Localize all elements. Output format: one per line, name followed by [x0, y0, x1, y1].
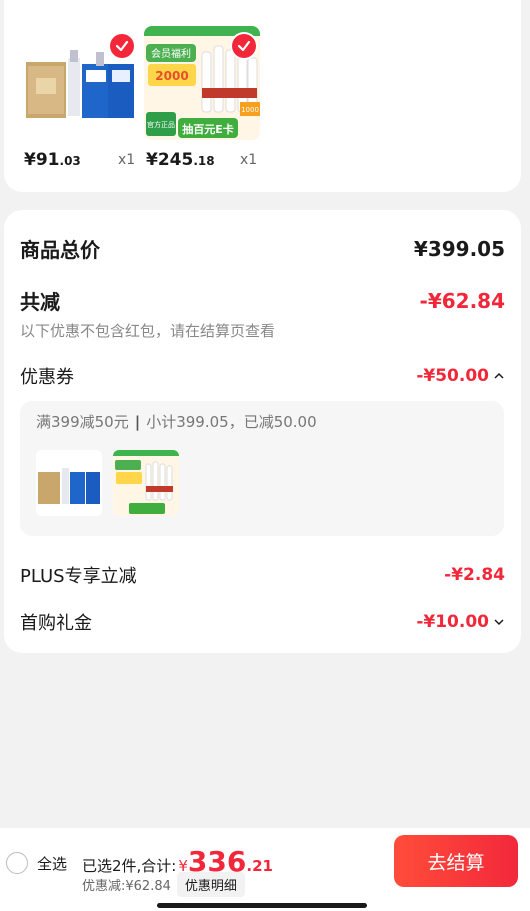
total-decimal: .21 — [246, 857, 273, 875]
price-symbol: ¥ — [146, 150, 158, 170]
selected-check-icon[interactable] — [232, 34, 256, 58]
total-reduction-label: 共减 — [20, 290, 60, 314]
total-price-label: 商品总价 — [20, 238, 100, 262]
banner-text: 官方正品 — [147, 120, 175, 129]
selected-check-icon[interactable] — [110, 34, 134, 58]
checkout-bar: 全选 已选2件,合计: ¥ 336 .21 优惠减:¥62.84 优惠明细 去结… — [0, 828, 530, 911]
plus-discount-value: -¥2.84 — [444, 565, 505, 585]
price-decimal: .03 — [59, 154, 81, 168]
coupon-product-thumb — [113, 450, 179, 516]
discount-summary: 优惠减:¥62.84 优惠明细 — [82, 872, 245, 897]
product-price: ¥245.18 — [146, 150, 215, 170]
cart-products-card: ¥91.03 x1 会员福利 2000 官方正品 抽百元E卡 1000 ¥245… — [4, 0, 521, 192]
product-item[interactable]: 会员福利 2000 官方正品 抽百元E卡 1000 ¥245.18 x1 — [144, 26, 262, 176]
product-quantity: x1 — [240, 152, 258, 168]
first-purchase-row[interactable]: 首购礼金 -¥10.00 — [20, 609, 505, 635]
total-price-row: 商品总价 ¥399.05 — [20, 234, 505, 263]
banner-text: 1000 — [241, 106, 259, 114]
price-integer: 245 — [157, 150, 194, 170]
banner-text: 抽百元E卡 — [182, 122, 234, 136]
checkout-button[interactable]: 去结算 — [394, 835, 518, 887]
home-indicator — [157, 903, 367, 908]
coupon-amount: -¥50.00 — [416, 366, 489, 386]
product-image-liquor-gift-box[interactable] — [22, 26, 138, 140]
product-item[interactable]: ¥91.03 x1 — [22, 26, 140, 176]
coupon-row[interactable]: 优惠券 -¥50.00 — [20, 363, 505, 389]
first-purchase-amount: -¥10.00 — [416, 612, 489, 632]
plus-discount-row: PLUS专享立减 -¥2.84 — [20, 562, 505, 588]
product-image-baijiu-bottles[interactable]: 会员福利 2000 官方正品 抽百元E卡 1000 — [144, 26, 260, 140]
price-integer: 91 — [35, 150, 60, 170]
select-all-label[interactable]: 全选 — [37, 853, 67, 874]
coupon-detail-box: 满399减50元 | 小计399.05，已减50.00 — [20, 401, 504, 536]
coupon-value[interactable]: -¥50.00 — [416, 366, 505, 386]
total-price-value: ¥399.05 — [413, 236, 505, 261]
total-reduction-row: 共减 -¥62.84 — [20, 286, 505, 315]
coupon-separator: | — [134, 413, 141, 431]
coupon-rule: 满399减50元 — [36, 413, 129, 431]
product-quantity: x1 — [118, 152, 136, 168]
coupon-product-thumb — [36, 450, 102, 516]
coupon-label: 优惠券 — [20, 367, 74, 388]
plus-discount-label: PLUS专享立减 — [20, 566, 137, 587]
product-price: ¥91.03 — [24, 150, 81, 170]
chevron-up-icon[interactable] — [493, 370, 505, 382]
banner-text: 会员福利 — [151, 47, 191, 60]
first-purchase-value[interactable]: -¥10.00 — [416, 612, 505, 632]
select-all-radio[interactable] — [6, 852, 28, 874]
banner-text: 2000 — [155, 69, 188, 83]
coupon-detail-text: 满399减50元 | 小计399.05，已减50.00 — [36, 411, 317, 432]
discount-text: 优惠减:¥62.84 — [82, 879, 171, 894]
first-purchase-label: 首购礼金 — [20, 613, 92, 634]
discount-note: 以下优惠不包含红包，请在结算页查看 — [20, 322, 276, 340]
total-reduction-value: -¥62.84 — [419, 288, 505, 313]
coupon-subtotal: 小计399.05，已减50.00 — [146, 413, 317, 431]
price-decimal: .18 — [193, 154, 215, 168]
discount-detail-button[interactable]: 优惠明细 — [176, 872, 245, 897]
price-summary-card: 商品总价 ¥399.05 共减 -¥62.84 以下优惠不包含红包，请在结算页查… — [4, 210, 521, 653]
chevron-down-icon[interactable] — [493, 616, 505, 628]
price-symbol: ¥ — [24, 150, 36, 170]
